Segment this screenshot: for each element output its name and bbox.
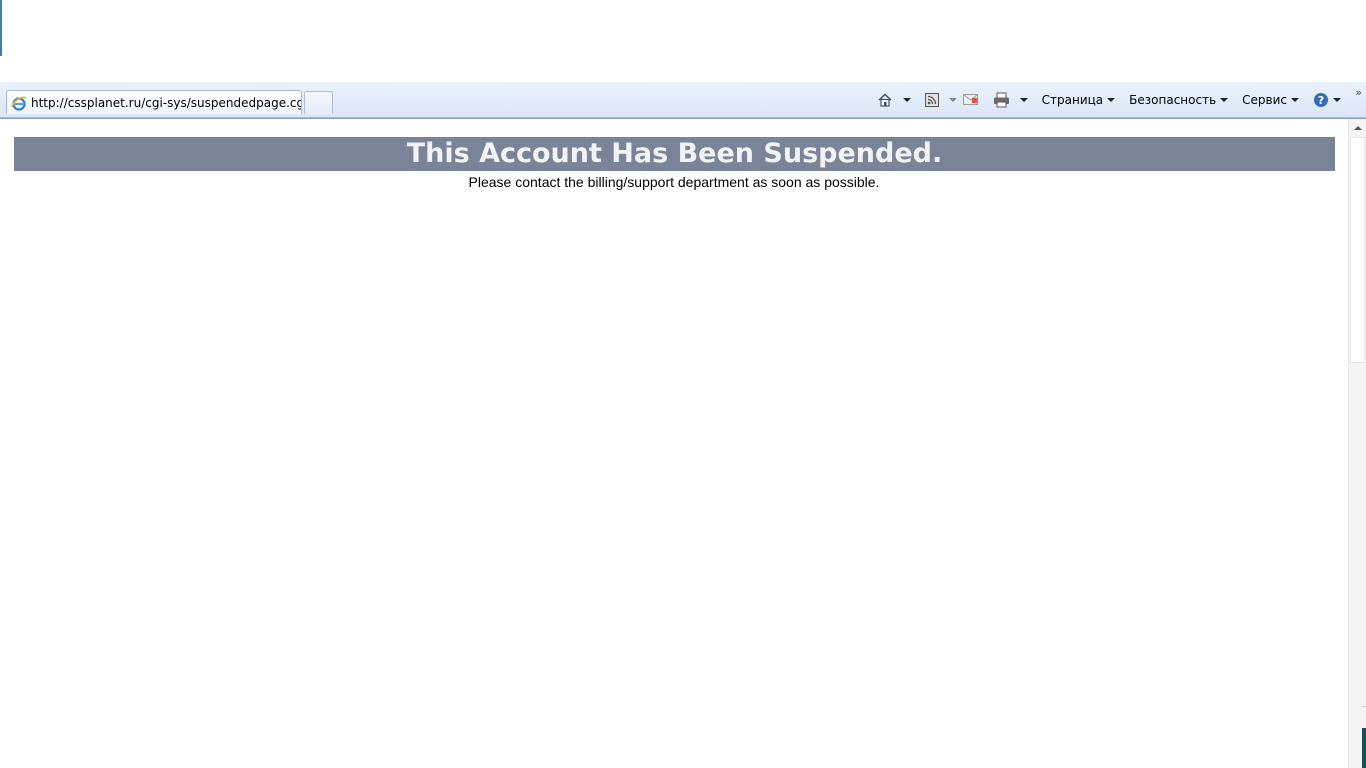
chevron-up-icon xyxy=(1353,125,1362,130)
security-menu-button[interactable]: Безопасность xyxy=(1126,89,1231,111)
command-toolbar: Страница Безопасность Сервис ? xyxy=(874,88,1344,112)
scroll-up-button[interactable] xyxy=(1349,119,1366,136)
window-top-area xyxy=(0,0,1366,82)
new-tab-button[interactable] xyxy=(304,91,333,114)
mail-button[interactable] xyxy=(960,89,982,111)
vertical-scrollbar[interactable] xyxy=(1348,119,1366,768)
browser-tab-active[interactable]: http://cssplanet.ru/cgi-sys/suspendedpag… xyxy=(6,90,302,114)
print-button[interactable] xyxy=(990,89,1013,111)
chevron-down-icon xyxy=(1333,98,1341,102)
mail-icon xyxy=(962,94,979,106)
corner-mark xyxy=(1362,728,1366,768)
print-dropdown[interactable] xyxy=(1013,89,1031,111)
home-dropdown[interactable] xyxy=(896,89,914,111)
corner-divider xyxy=(1361,706,1366,707)
chevron-down-icon xyxy=(1291,98,1299,102)
chevron-down-icon xyxy=(1107,98,1116,102)
security-menu-label: Безопасность xyxy=(1129,93,1217,107)
home-button[interactable] xyxy=(874,89,896,111)
chevron-down-icon xyxy=(1019,98,1028,102)
rss-icon xyxy=(924,93,939,107)
scroll-thumb[interactable] xyxy=(1350,137,1365,363)
help-icon: ? xyxy=(1313,92,1329,108)
home-icon xyxy=(877,92,893,108)
chevron-down-icon xyxy=(902,98,911,102)
service-menu-button[interactable]: Сервис xyxy=(1239,89,1302,111)
page-content: This Account Has Been Suspended. Please … xyxy=(0,119,1348,768)
service-menu-label: Сервис xyxy=(1242,93,1287,107)
feeds-dropdown[interactable] xyxy=(942,89,960,111)
print-icon xyxy=(993,92,1010,108)
chevron-down-icon xyxy=(948,98,957,102)
window-edge-mark xyxy=(0,0,2,56)
chevron-down-icon xyxy=(1220,98,1229,102)
page-menu-button[interactable]: Страница xyxy=(1039,89,1119,111)
svg-text:?: ? xyxy=(1318,94,1324,107)
page-menu-label: Страница xyxy=(1041,93,1104,107)
toolbar-overflow-button[interactable]: » xyxy=(1355,86,1362,99)
ie-icon xyxy=(11,95,27,111)
help-button[interactable]: ? xyxy=(1310,89,1344,111)
feeds-button[interactable] xyxy=(922,89,942,111)
page-message: Please contact the billing/support depar… xyxy=(468,174,880,190)
page-heading: This Account Has Been Suspended. xyxy=(14,137,1335,171)
tab-url-label: http://cssplanet.ru/cgi-sys/suspendedpag… xyxy=(31,95,302,110)
